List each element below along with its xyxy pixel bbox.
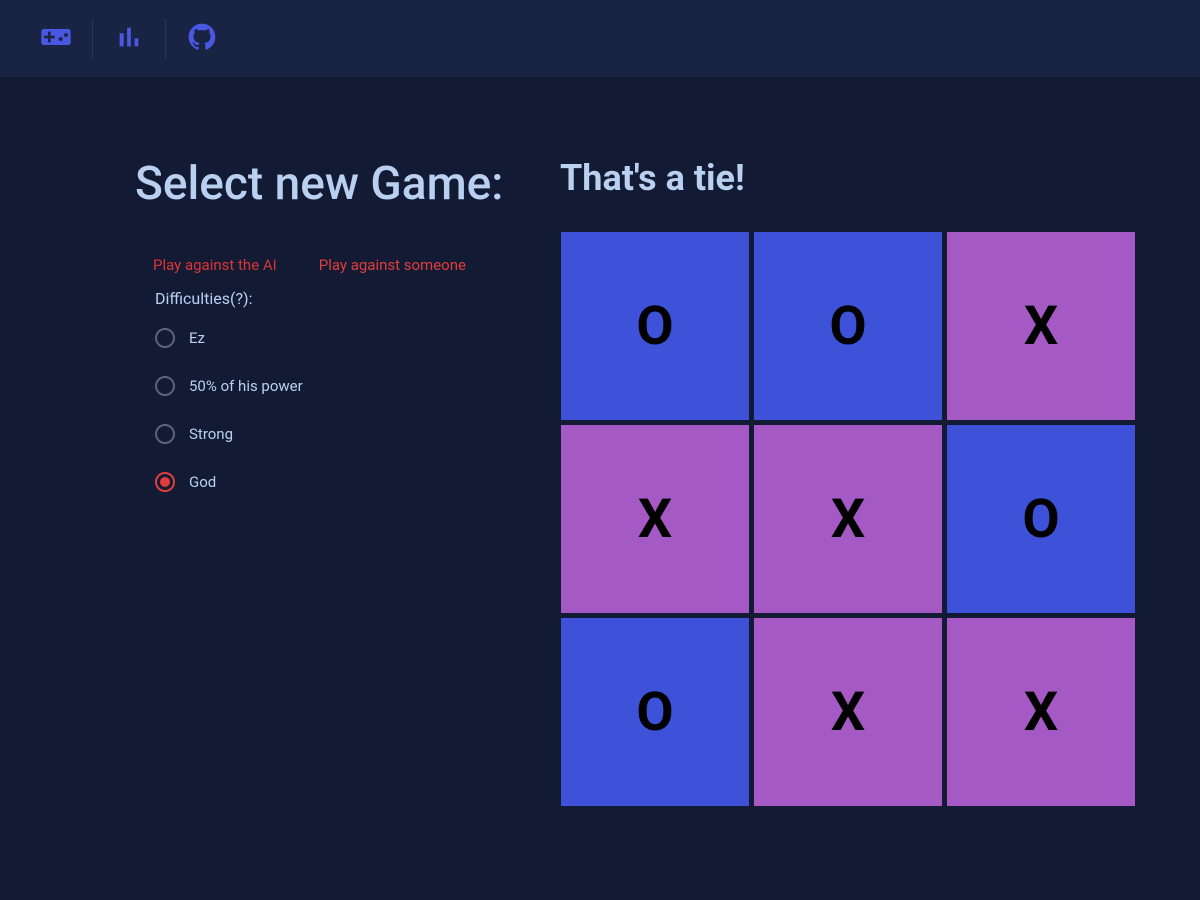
cell-2-0[interactable]: O bbox=[560, 617, 750, 807]
radio-circle bbox=[155, 328, 175, 348]
radio-group: Ez 50% of his power Strong God bbox=[135, 328, 535, 492]
cell-2-1[interactable]: X bbox=[753, 617, 943, 807]
main-content: Select new Game: Play against the AI Pla… bbox=[0, 77, 1200, 847]
radio-label: Strong bbox=[189, 425, 233, 443]
radio-label: Ez bbox=[189, 329, 205, 347]
difficulties-label: Difficulties(?): bbox=[135, 289, 535, 308]
cell-1-2[interactable]: O bbox=[946, 424, 1136, 614]
radio-circle bbox=[155, 424, 175, 444]
radio-label: God bbox=[189, 473, 216, 491]
right-panel: That's a tie! O O X X X O O X X bbox=[560, 157, 1140, 807]
radio-circle bbox=[155, 472, 175, 492]
cell-1-1[interactable]: X bbox=[753, 424, 943, 614]
radio-item-ez[interactable]: Ez bbox=[155, 328, 535, 348]
bar-chart-icon bbox=[113, 21, 145, 57]
mode-link-someone[interactable]: Play against someone bbox=[319, 256, 466, 274]
github-icon bbox=[186, 21, 218, 57]
radio-circle bbox=[155, 376, 175, 396]
cell-0-0[interactable]: O bbox=[560, 231, 750, 421]
cell-0-1[interactable]: O bbox=[753, 231, 943, 421]
cell-2-2[interactable]: X bbox=[946, 617, 1136, 807]
nav-github[interactable] bbox=[166, 19, 238, 59]
radio-item-50percent[interactable]: 50% of his power bbox=[155, 376, 535, 396]
nav-stats[interactable] bbox=[93, 19, 166, 59]
nav-games[interactable] bbox=[20, 19, 93, 59]
radio-item-strong[interactable]: Strong bbox=[155, 424, 535, 444]
cell-0-2[interactable]: X bbox=[946, 231, 1136, 421]
game-status: That's a tie! bbox=[560, 157, 1140, 199]
page-title: Select new Game: bbox=[135, 157, 535, 211]
radio-item-god[interactable]: God bbox=[155, 472, 535, 492]
gamepad-icon bbox=[40, 21, 72, 57]
left-panel: Select new Game: Play against the AI Pla… bbox=[135, 157, 535, 807]
mode-links: Play against the AI Play against someone bbox=[135, 256, 535, 274]
header bbox=[0, 0, 1200, 77]
mode-link-ai[interactable]: Play against the AI bbox=[153, 256, 277, 274]
radio-label: 50% of his power bbox=[189, 377, 303, 395]
cell-1-0[interactable]: X bbox=[560, 424, 750, 614]
game-board: O O X X X O O X X bbox=[560, 231, 1140, 807]
